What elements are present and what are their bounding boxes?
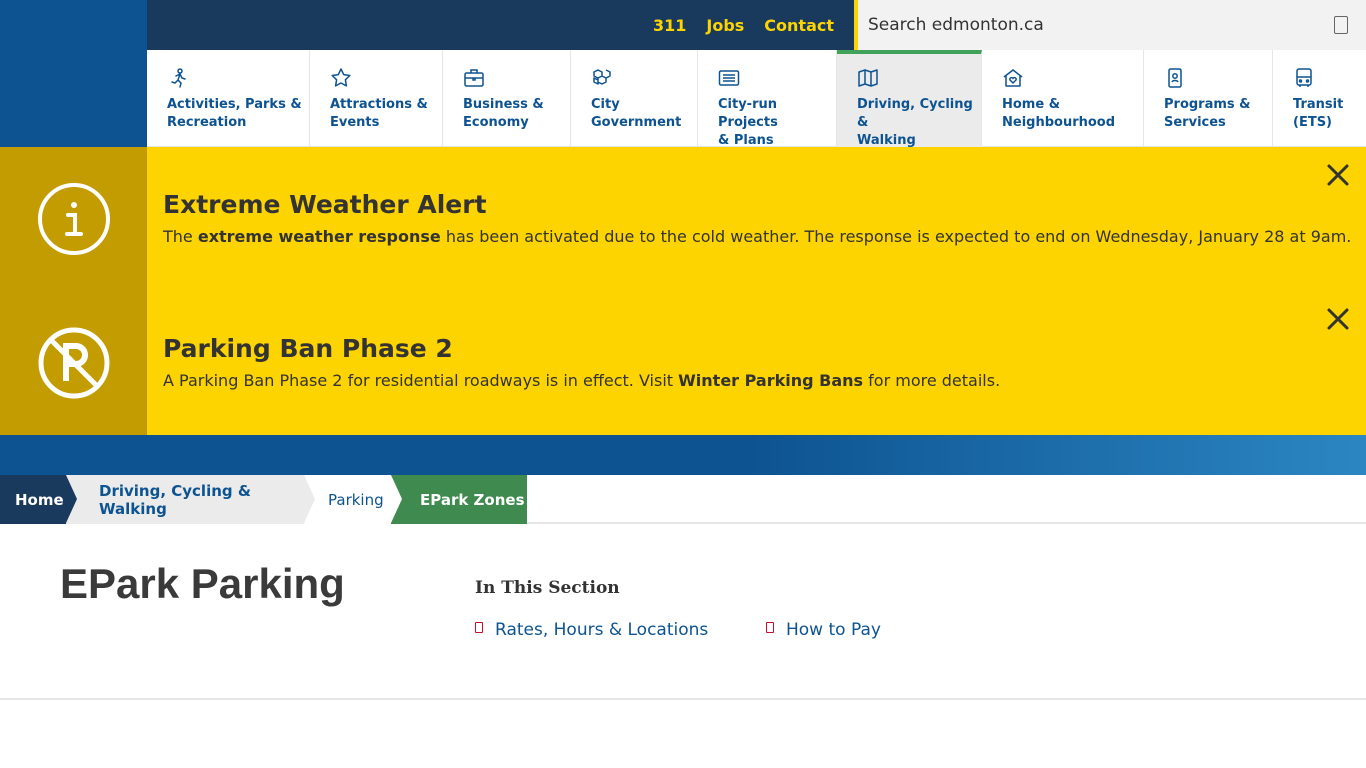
star-icon (331, 68, 351, 87)
alert-text: The (163, 227, 198, 246)
hero-band (0, 435, 1366, 475)
breadcrumb-driving-cycling-walking[interactable]: Driving, Cycling & Walking (66, 475, 315, 524)
breadcrumb-label: Home (15, 490, 64, 509)
breadcrumb: Home Driving, Cycling & Walking Parking … (0, 475, 1366, 524)
link-311[interactable]: 311 (653, 16, 686, 35)
nav-label: Driving, Cycling & Walking (857, 97, 973, 148)
close-icon[interactable] (1326, 163, 1350, 187)
nav-city-government[interactable]: City Government (571, 50, 698, 147)
briefcase-icon (464, 69, 484, 87)
document-icon (475, 621, 483, 633)
nav-label: Programs & Services (1164, 97, 1251, 130)
page-title: EPark Parking (60, 560, 345, 607)
breadcrumb-home[interactable]: Home (0, 475, 77, 524)
main-nav: Activities, Parks & Recreation Attractio… (147, 50, 1366, 148)
alert-message: The extreme weather response has been ac… (163, 227, 1366, 246)
section-link-label: How to Pay (786, 620, 881, 640)
site-logo-area[interactable] (0, 0, 147, 147)
breadcrumb-current: EPark Zones (391, 475, 527, 524)
runner-icon (171, 68, 186, 88)
alert-message: A Parking Ban Phase 2 for residential ro… (163, 371, 1366, 390)
nav-attractions-events[interactable]: Attractions & Events (310, 50, 443, 147)
alert-region: Extreme Weather Alert The extreme weathe… (0, 147, 1366, 435)
search-box (854, 0, 1366, 50)
nav-label: City Government (591, 97, 682, 130)
no-parking-icon (38, 327, 109, 399)
alert-icon-area (0, 147, 147, 291)
alert-text: A Parking Ban Phase 2 for residential ro… (163, 371, 679, 390)
id-badge-icon (1168, 68, 1182, 88)
info-icon (37, 183, 110, 255)
document-icon (766, 621, 774, 633)
nav-label: Home & Neighbourhood (1002, 97, 1116, 130)
alert-text: for more details. (863, 371, 1001, 390)
alert-extreme-weather: Extreme Weather Alert The extreme weathe… (0, 147, 1366, 291)
alert-link-extreme-weather-response[interactable]: extreme weather response (198, 227, 441, 246)
list-card-icon (718, 70, 740, 86)
alert-icon-area (0, 291, 147, 435)
search-icon[interactable] (1334, 16, 1348, 34)
section-link-how-to-pay[interactable]: How to Pay (766, 620, 881, 640)
nav-transit-ets[interactable]: Transit (ETS) (1273, 50, 1366, 147)
breadcrumb-label: EPark Zones (420, 490, 525, 509)
home-heart-icon (1003, 69, 1023, 87)
search-input[interactable] (858, 0, 1298, 50)
breadcrumb-parking[interactable]: Parking (304, 475, 402, 524)
nav-programs-services[interactable]: Programs & Services (1144, 50, 1273, 147)
nav-label: Business & Economy (463, 97, 544, 130)
nav-driving-cycling-walking[interactable]: Driving, Cycling & Walking (837, 50, 982, 148)
nav-label: City-run Projects & Plans (718, 97, 778, 148)
breadcrumb-label: Parking (328, 490, 384, 509)
content-divider (0, 698, 1366, 700)
alert-link-winter-parking-bans[interactable]: Winter Parking Bans (678, 371, 863, 390)
alert-text: has been activated due to the cold weath… (440, 227, 1352, 246)
blocks-icon (593, 69, 611, 85)
nav-label: Attractions & Events (330, 97, 428, 130)
alert-body: Extreme Weather Alert The extreme weathe… (147, 147, 1366, 291)
nav-activities-parks-recreation[interactable]: Activities, Parks & Recreation (147, 50, 310, 147)
nav-label: Transit (ETS) (1293, 97, 1344, 130)
breadcrumb-label: Driving, Cycling & Walking (99, 481, 251, 518)
nav-home-neighbourhood[interactable]: Home & Neighbourhood (982, 50, 1144, 147)
alert-parking-ban: Parking Ban Phase 2 A Parking Ban Phase … (0, 291, 1366, 435)
alert-title: Parking Ban Phase 2 (163, 334, 453, 363)
map-icon (858, 69, 878, 87)
close-icon[interactable] (1326, 307, 1350, 331)
section-heading: In This Section (475, 578, 620, 598)
nav-business-economy[interactable]: Business & Economy (443, 50, 571, 147)
section-link-label: Rates, Hours & Locations (495, 620, 709, 640)
utility-links: 311 Jobs Contact (653, 0, 834, 50)
link-jobs[interactable]: Jobs (706, 16, 744, 35)
section-link-rates-hours-locations[interactable]: Rates, Hours & Locations (475, 620, 708, 640)
nav-city-run-projects-plans[interactable]: City-run Projects & Plans (698, 50, 837, 148)
alert-body: Parking Ban Phase 2 A Parking Ban Phase … (147, 291, 1366, 435)
nav-label: Activities, Parks & Recreation (167, 97, 302, 130)
alert-title: Extreme Weather Alert (163, 190, 487, 219)
link-contact[interactable]: Contact (764, 16, 834, 35)
bus-icon (1296, 68, 1312, 87)
